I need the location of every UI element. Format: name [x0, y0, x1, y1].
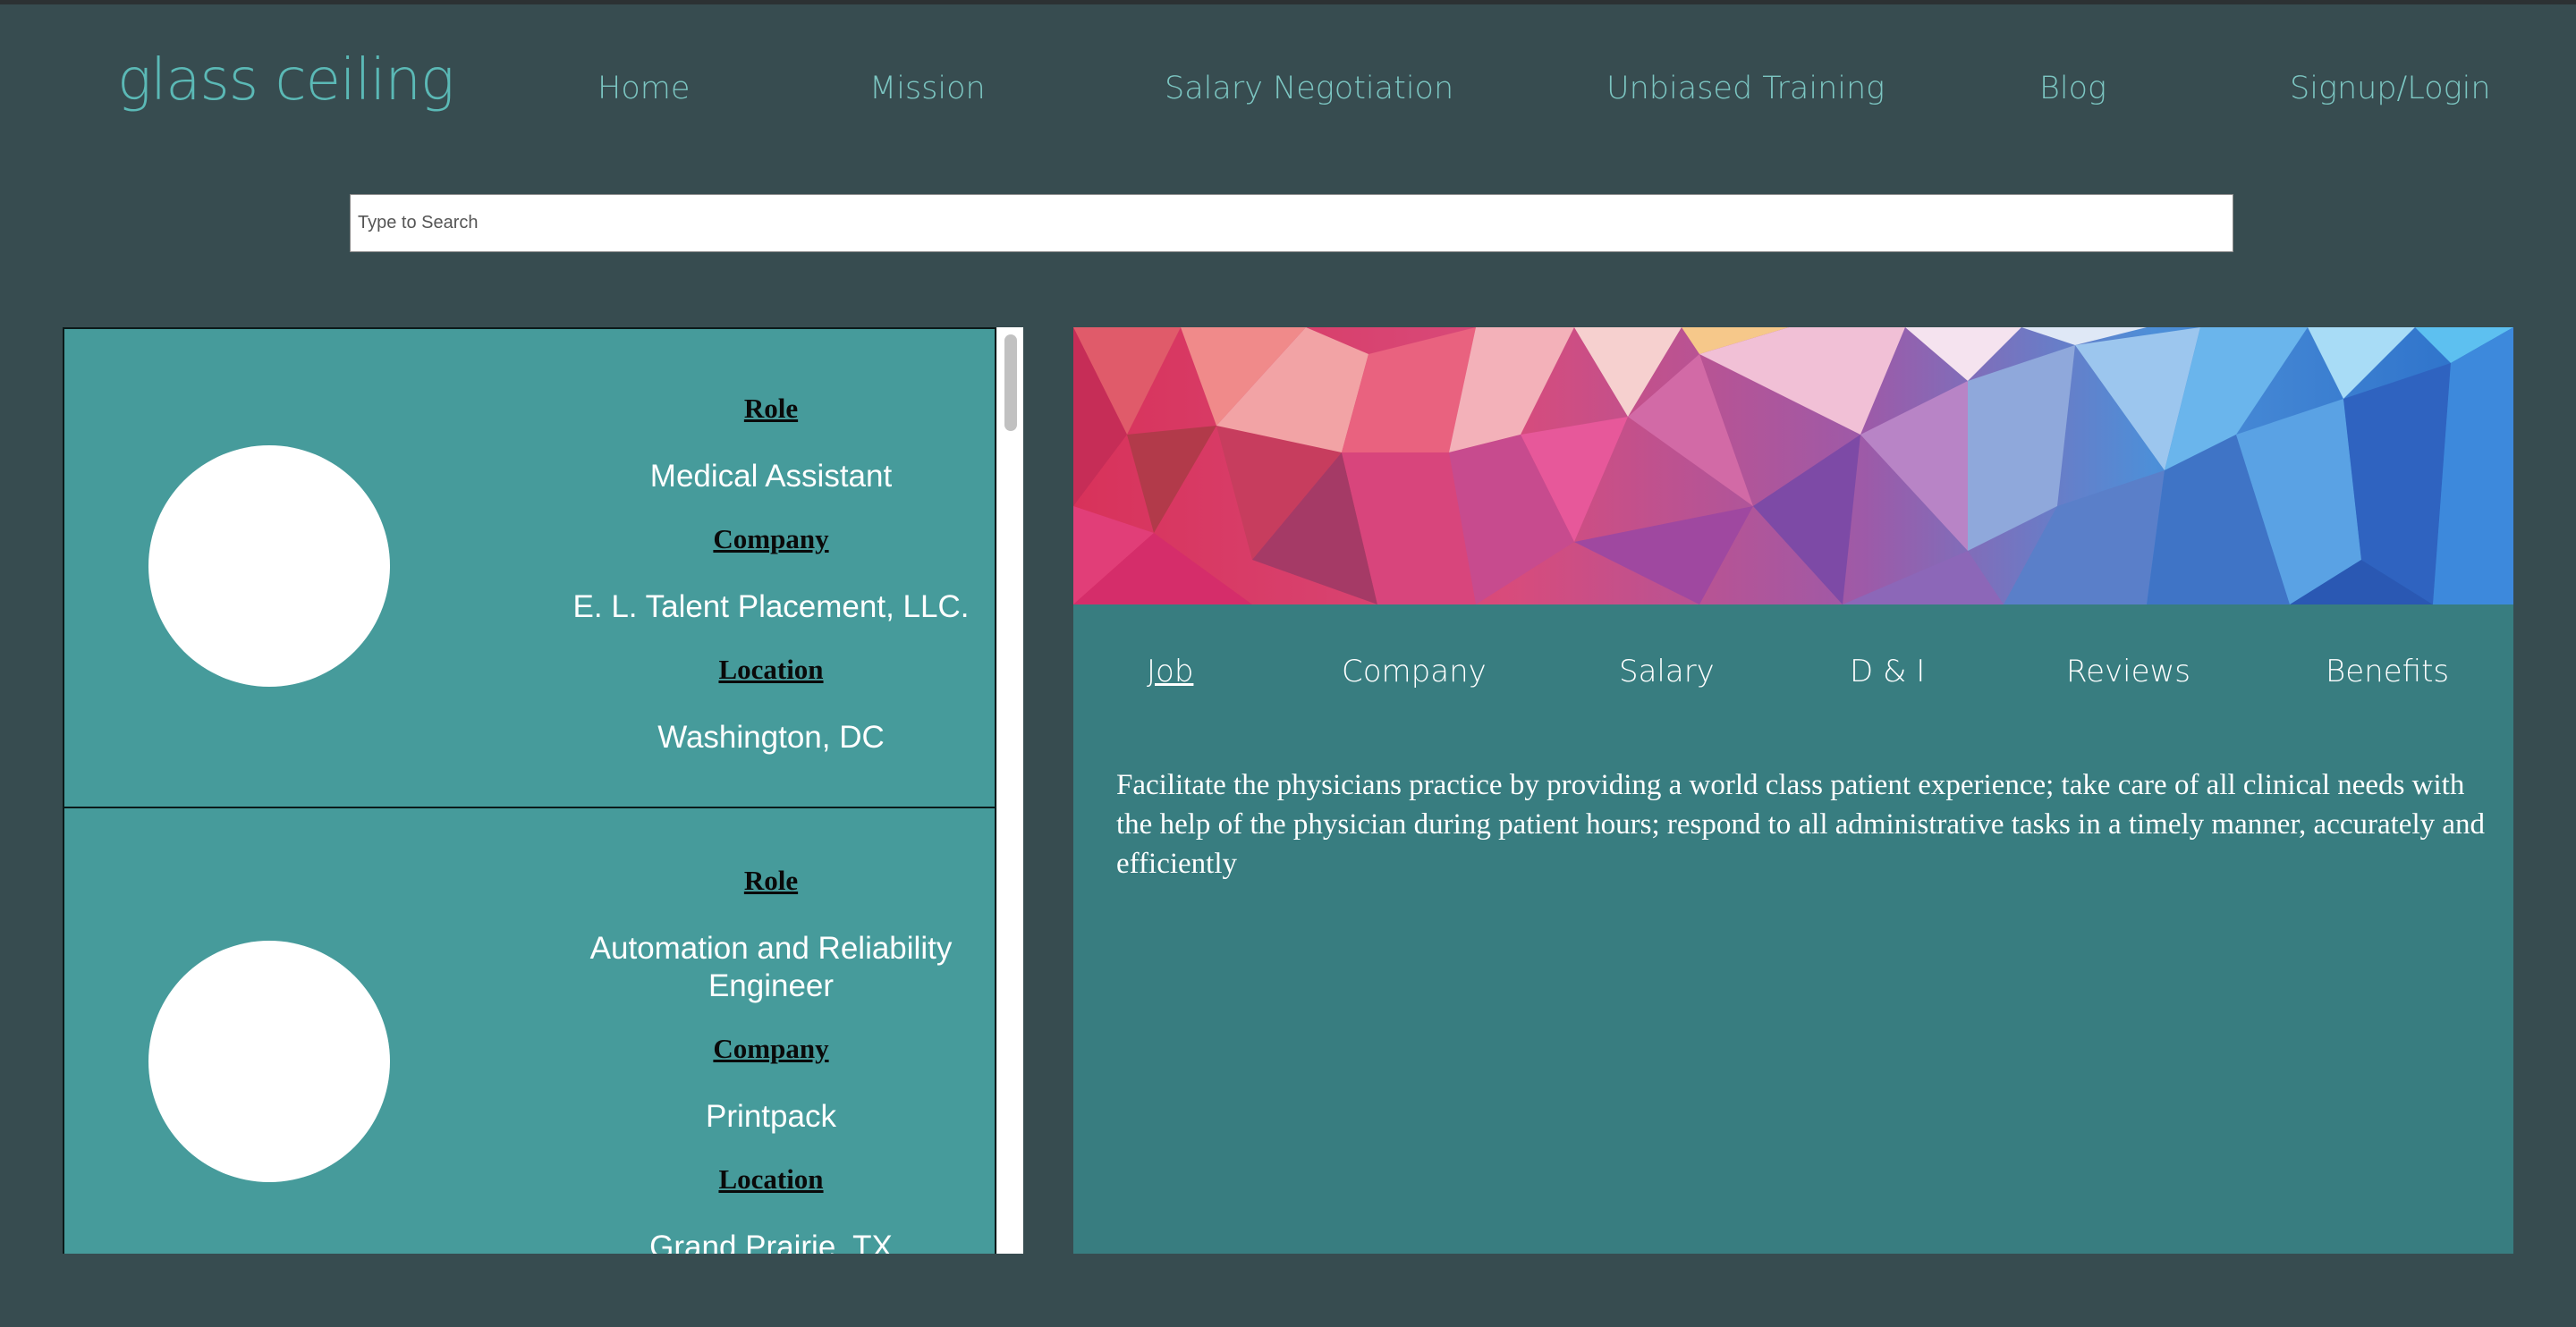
nav-home[interactable]: Home: [597, 66, 690, 111]
job-card-fields: Role Medical Assistant Company E. L. Tal…: [503, 392, 996, 756]
window-top-edge: [0, 0, 2576, 4]
job-description: Facilitate the physicians practice by pr…: [1116, 769, 2486, 880]
company-label: Company: [713, 1033, 829, 1064]
tab-benefits[interactable]: Benefits: [2326, 645, 2449, 698]
company-avatar: [148, 445, 390, 687]
banner-image: [1073, 327, 2513, 604]
search-input[interactable]: [350, 194, 2233, 252]
role-label: Role: [743, 865, 799, 896]
nav-signup-login[interactable]: Signup/Login: [2290, 66, 2491, 111]
location-label: Location: [718, 1163, 824, 1195]
nav-unbiased-training[interactable]: Unbiased Training: [1606, 66, 1885, 111]
job-card-fields: Role Automation and Reliability Engineer…: [503, 864, 996, 1254]
list-scrollbar[interactable]: [996, 327, 1023, 1254]
job-card[interactable]: Role Medical Assistant Company E. L. Tal…: [63, 327, 996, 808]
tab-salary[interactable]: Salary: [1619, 645, 1715, 698]
company-value: Printpack: [706, 1099, 836, 1134]
location-label: Location: [718, 654, 824, 685]
nav-blog[interactable]: Blog: [2039, 66, 2106, 111]
nav-salary-negotiation[interactable]: Salary Negotiation: [1165, 66, 1453, 111]
role-value: Medical Assistant: [649, 459, 893, 494]
detail-tabs: Job Company Salary D & I Reviews Benefit…: [1073, 645, 2513, 698]
role-label: Role: [743, 393, 799, 424]
company-value: E. L. Talent Placement, LLC.: [572, 589, 970, 624]
job-detail-panel: Job Company Salary D & I Reviews Benefit…: [1073, 327, 2513, 1254]
location-value: Washington, DC: [657, 720, 885, 755]
role-value: Automation and Reliability Engineer: [589, 931, 953, 1003]
job-card[interactable]: Role Automation and Reliability Engineer…: [63, 807, 996, 1254]
tab-diversity-inclusion[interactable]: D & I: [1850, 645, 1925, 698]
main-nav: Home Mission Salary Negotiation Unbiased…: [0, 66, 2576, 111]
list-scrollbar-thumb[interactable]: [1004, 334, 1017, 431]
job-list[interactable]: Role Medical Assistant Company E. L. Tal…: [63, 327, 1023, 1254]
location-value: Grand Prairie, TX: [649, 1230, 893, 1254]
job-list-viewport: Role Medical Assistant Company E. L. Tal…: [63, 327, 996, 1254]
tab-company[interactable]: Company: [1342, 645, 1487, 698]
nav-mission[interactable]: Mission: [869, 66, 986, 111]
company-label: Company: [713, 523, 829, 554]
tab-job[interactable]: Job: [1147, 645, 1193, 698]
tab-reviews[interactable]: Reviews: [2066, 645, 2190, 698]
company-avatar: [148, 941, 390, 1182]
